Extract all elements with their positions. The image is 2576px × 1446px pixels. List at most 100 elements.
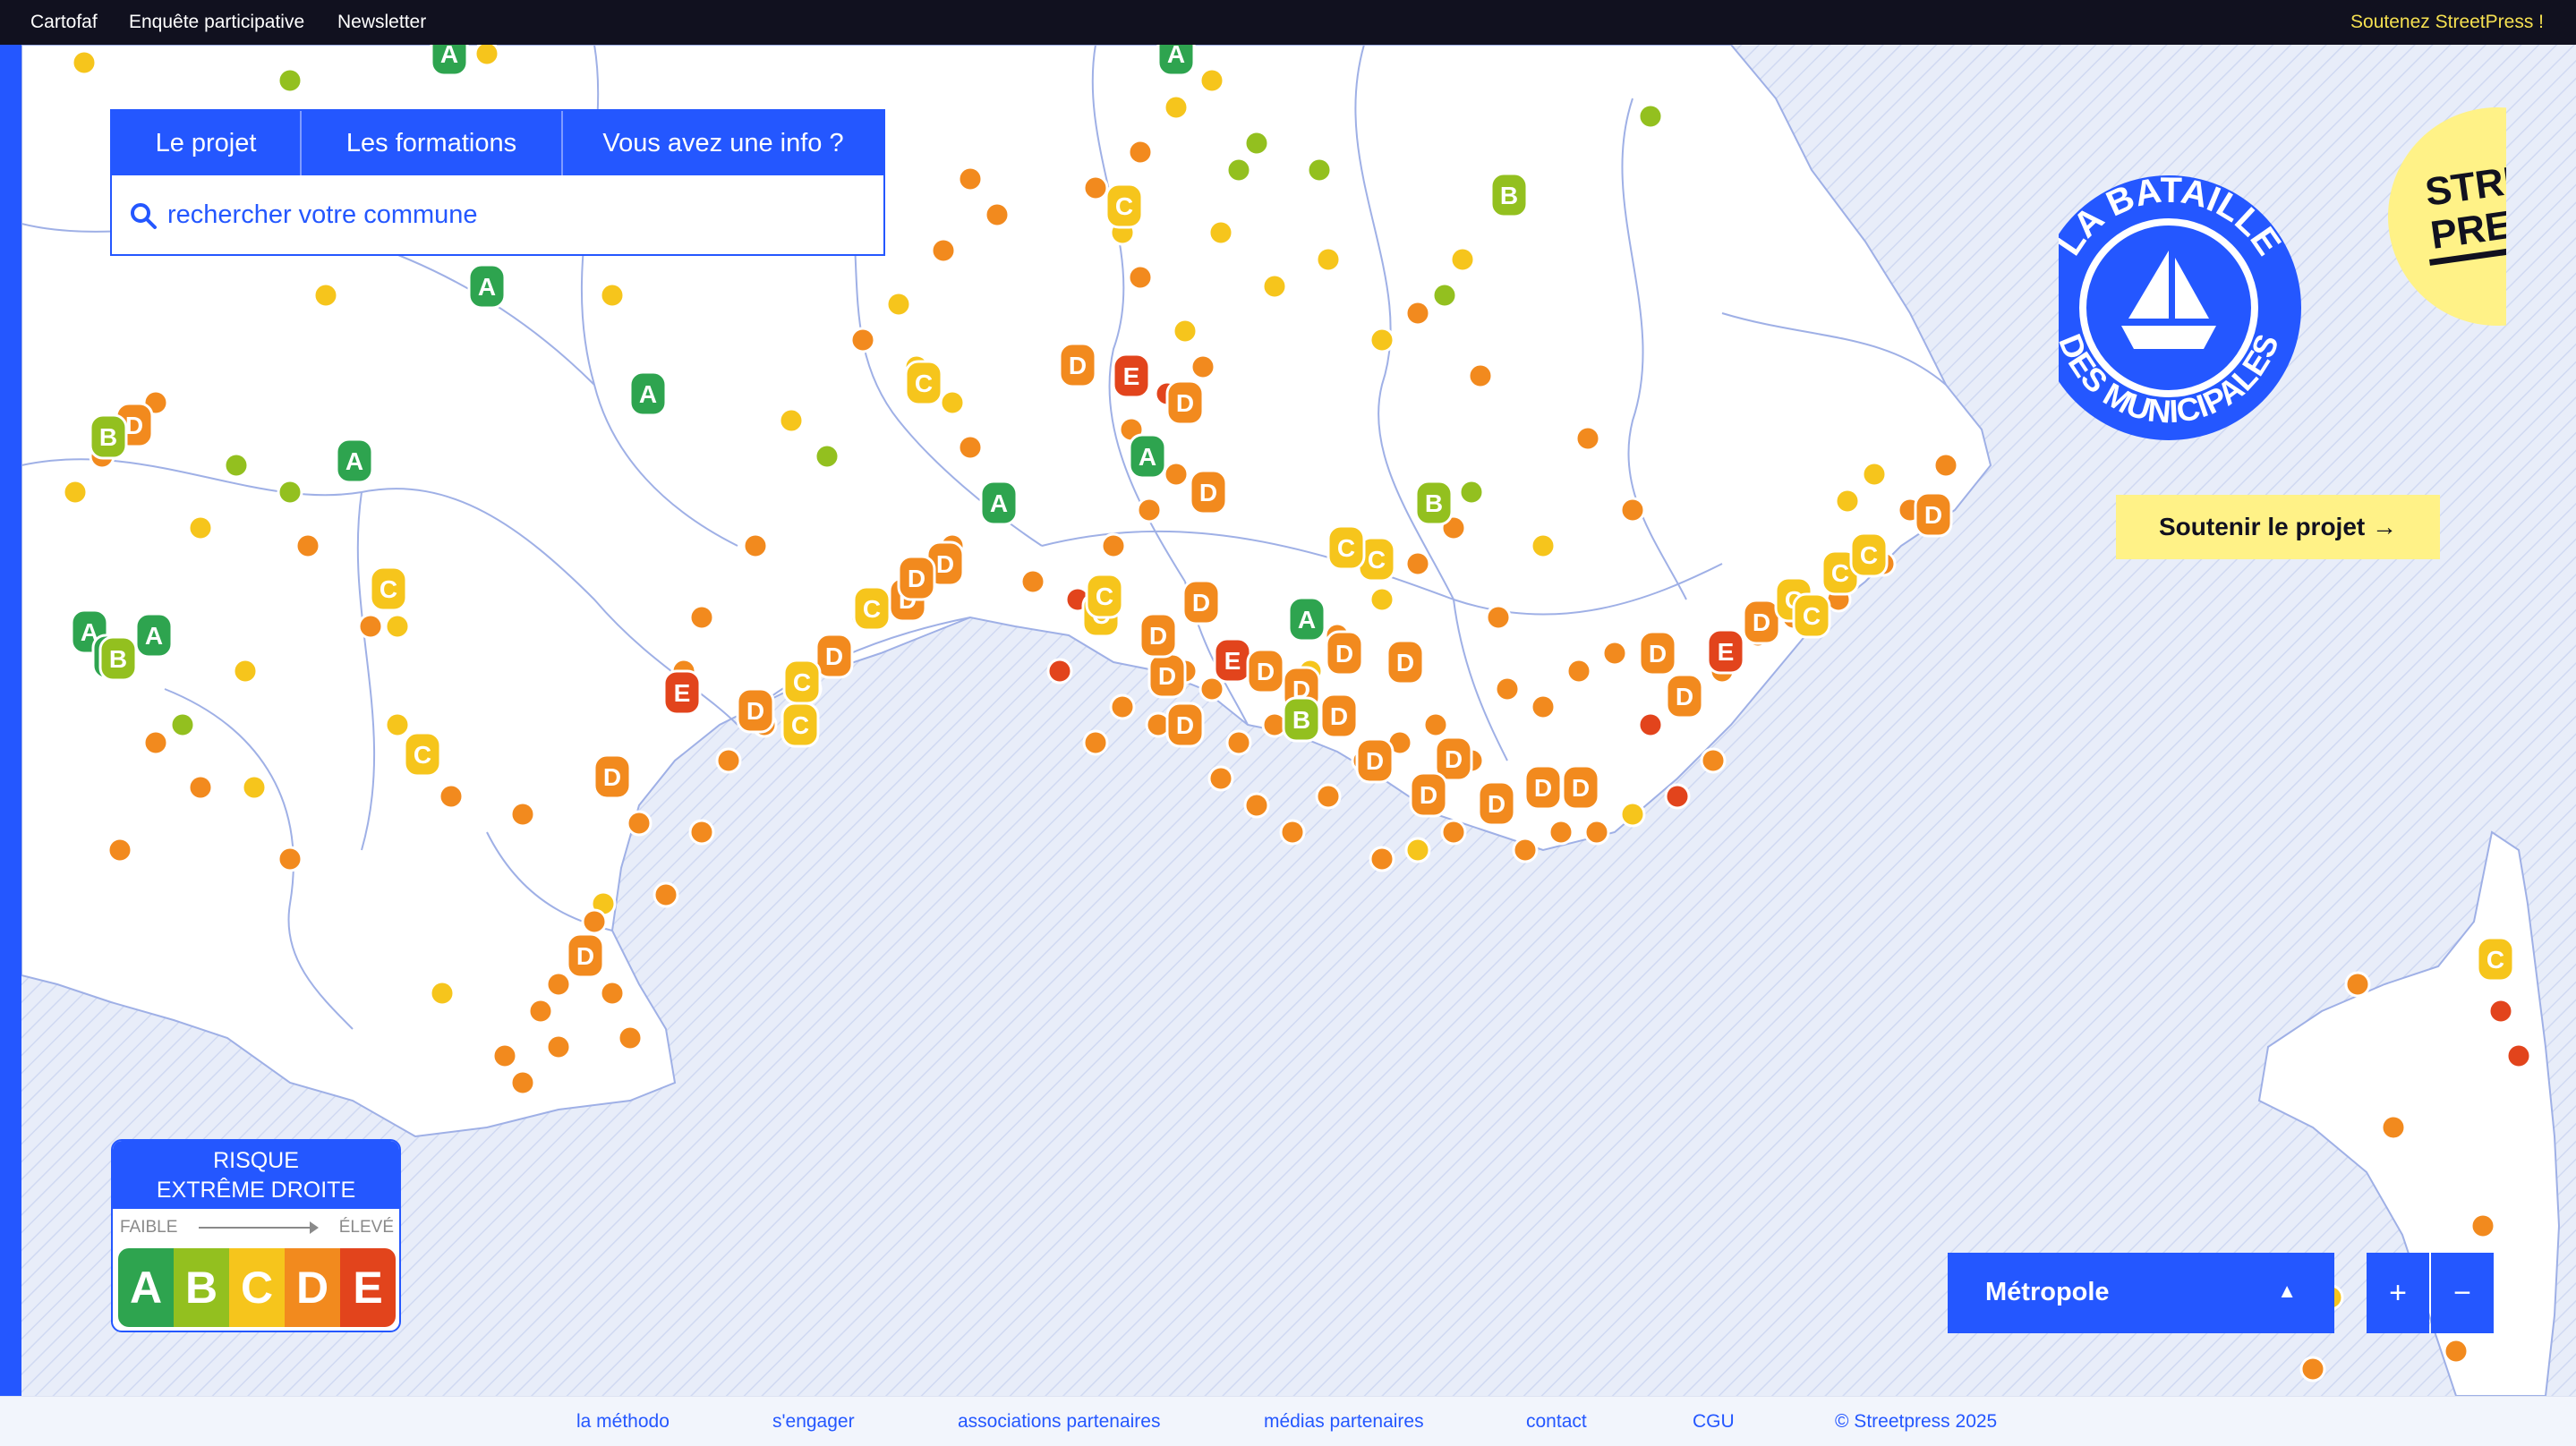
risk-legend: RISQUE EXTRÊME DROITE FAIBLE ÉLEVÉ A B C…: [111, 1139, 401, 1332]
commune-dot-c: [312, 282, 339, 309]
commune-dot-c: [187, 515, 214, 541]
commune-dot-d: [957, 166, 984, 192]
left-accent-stripe: [0, 45, 21, 1396]
commune-pin-label: D: [1176, 711, 1194, 739]
commune-pin-label: A: [1167, 45, 1185, 68]
commune-pin-label: C: [1831, 559, 1849, 587]
commune-pin-label: E: [1718, 638, 1735, 666]
commune-dot-d: [626, 810, 653, 837]
tab-vous-avez-une-info[interactable]: Vous avez une info ?: [563, 111, 883, 175]
commune-dot-c: [1207, 219, 1234, 246]
tab-les-formations[interactable]: Les formations: [302, 111, 563, 175]
footer-link-cgu[interactable]: CGU: [1693, 1411, 1735, 1433]
commune-pin-label: B: [99, 423, 117, 451]
commune-pin-label: D: [936, 550, 954, 578]
commune-dot-d: [357, 613, 384, 640]
commune-dot-d: [545, 971, 572, 998]
commune-dot-c: [241, 774, 268, 801]
grade-a: A: [118, 1248, 174, 1327]
commune-dot-b: [277, 479, 303, 506]
commune-pin-label: D: [1149, 622, 1167, 650]
zoom-out-button[interactable]: −: [2431, 1253, 2494, 1333]
caret-up-icon: ▲: [2277, 1280, 2297, 1302]
search-panel: Le projet Les formations Vous avez une i…: [110, 109, 885, 256]
nav-link-cartofaf[interactable]: Cartofaf: [30, 12, 98, 33]
commune-dot-d: [1225, 729, 1252, 756]
commune-pin-label: A: [639, 380, 657, 408]
commune-dot-d: [1512, 837, 1539, 863]
top-support-link[interactable]: Soutenez StreetPress !: [2350, 12, 2544, 33]
support-project-button[interactable]: Soutenir le projet →: [2116, 495, 2440, 559]
panel-tabs: Le projet Les formations Vous avez une i…: [112, 111, 883, 175]
zoom-in-button[interactable]: +: [2367, 1253, 2429, 1333]
footer-link-contact[interactable]: contact: [1526, 1411, 1587, 1433]
top-bar: Cartofaf Enquête participative Newslette…: [0, 0, 2576, 45]
commune-dot-d: [1583, 819, 1610, 846]
commune-dot-d: [930, 237, 957, 264]
commune-dot-d: [2344, 971, 2371, 998]
commune-dot-b: [1637, 103, 1664, 130]
region-select[interactable]: Métropole ▲: [1948, 1253, 2334, 1333]
commune-pin-label: D: [125, 412, 143, 439]
commune-dot-b: [169, 711, 196, 738]
footer-link-associations[interactable]: associations partenaires: [958, 1411, 1160, 1433]
region-select-value: Métropole: [1985, 1278, 2110, 1306]
commune-pin-label: D: [1199, 479, 1217, 506]
commune-dot-d: [1109, 693, 1136, 720]
commune-dot-d: [1700, 747, 1727, 774]
commune-pin-label: D: [1069, 352, 1087, 379]
commune-dot-d: [2469, 1212, 2496, 1239]
commune-dot-c: [599, 282, 626, 309]
commune-pin-label: C: [1803, 602, 1821, 630]
commune-dot-c: [1172, 318, 1198, 344]
commune-dot-c: [1198, 67, 1225, 94]
commune-dot-d: [1467, 362, 1494, 389]
commune-dot-b: [1306, 157, 1333, 183]
commune-dot-d: [617, 1025, 644, 1051]
commune-dot-c: [473, 45, 500, 67]
commune-dot-d: [1207, 765, 1234, 792]
commune-pin-label: A: [478, 273, 496, 301]
footer-link-medias[interactable]: médias partenaires: [1264, 1411, 1424, 1433]
footer: la méthodo s'engager associations parten…: [0, 1396, 2576, 1446]
commune-dot-d: [1082, 174, 1109, 201]
commune-dot-d: [1404, 550, 1431, 577]
legend-grades: A B C D E: [118, 1248, 396, 1327]
commune-dot-c: [1834, 488, 1861, 515]
commune-dot-d: [2299, 1356, 2326, 1382]
commune-dot-e: [2487, 998, 2514, 1025]
commune-dot-d: [2443, 1338, 2469, 1365]
commune-dot-d: [1440, 819, 1467, 846]
commune-dot-d: [1100, 532, 1127, 559]
commune-dot-d: [1136, 497, 1163, 523]
arrow-right-icon: [199, 1221, 319, 1234]
search-input[interactable]: [167, 191, 866, 238]
commune-dot-c: [885, 291, 912, 318]
commune-pin-label: B: [1425, 489, 1443, 517]
legend-low-label: FAIBLE: [120, 1218, 178, 1237]
commune-dot-d: [509, 1069, 536, 1096]
footer-link-sengager[interactable]: s'engager: [772, 1411, 855, 1433]
legend-title: RISQUE EXTRÊME DROITE: [113, 1141, 399, 1209]
commune-pin-label: C: [2486, 946, 2504, 974]
commune-pin-label: B: [1500, 182, 1518, 209]
tab-le-projet[interactable]: Le projet: [112, 111, 302, 175]
commune-pin-label: D: [825, 642, 843, 670]
commune-dot-b: [1458, 479, 1485, 506]
commune-dot-d: [527, 998, 554, 1025]
nav-link-newsletter[interactable]: Newsletter: [337, 12, 426, 33]
commune-pin-label: D: [1445, 745, 1463, 773]
commune-pin-label: A: [1298, 606, 1316, 634]
commune-pin-label: A: [145, 622, 163, 650]
commune-dot-e: [1046, 658, 1073, 685]
commune-dot-d: [509, 801, 536, 828]
nav-link-enquete[interactable]: Enquête participative: [129, 12, 304, 33]
commune-dot-e: [2505, 1042, 2532, 1069]
commune-dot-c: [429, 980, 456, 1007]
commune-pin-label: C: [1115, 192, 1133, 220]
commune-pin-label: D: [1257, 658, 1275, 685]
search-icon: [131, 203, 157, 229]
commune-dot-d: [1932, 452, 1959, 479]
footer-link-methodo[interactable]: la méthodo: [576, 1411, 670, 1433]
commune-pin-label: E: [674, 679, 691, 707]
